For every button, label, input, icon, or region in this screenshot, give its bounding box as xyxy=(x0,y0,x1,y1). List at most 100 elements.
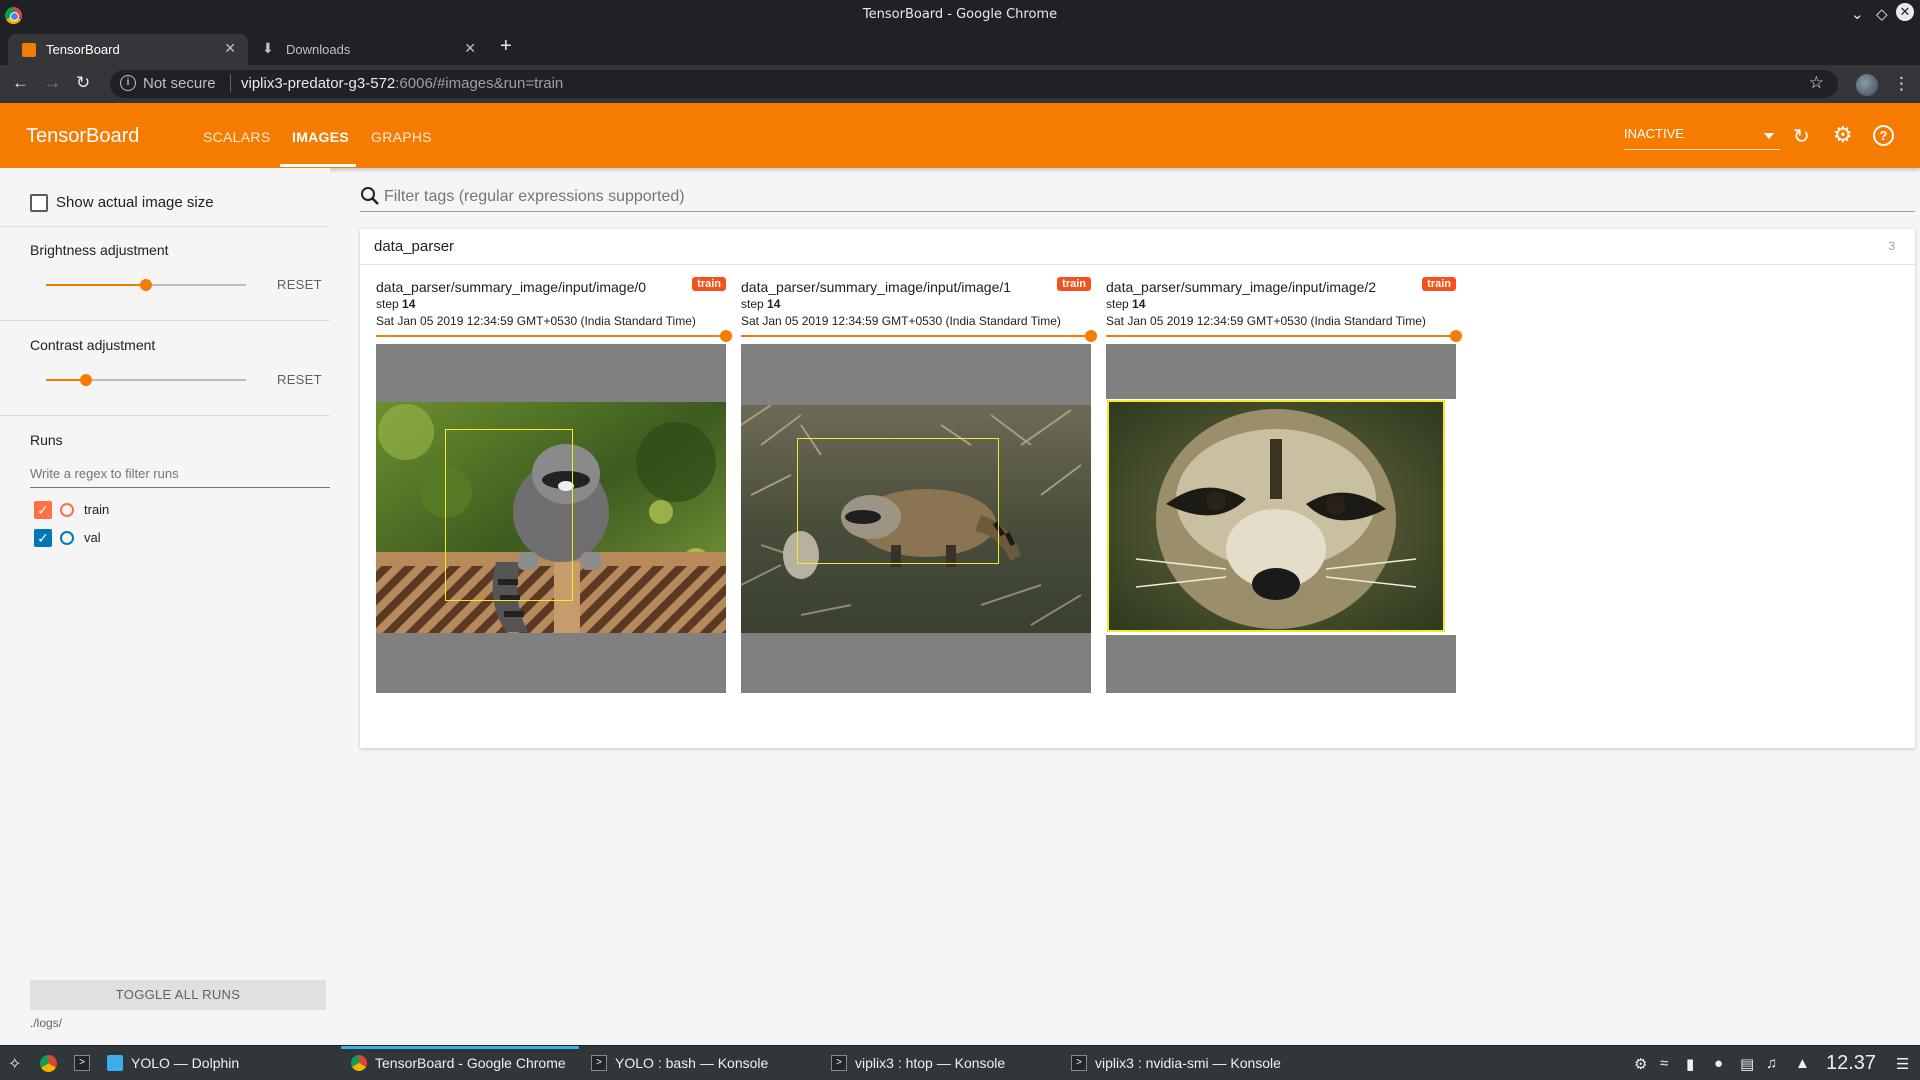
chrome-menu-icon[interactable]: ⋮ xyxy=(1893,74,1910,94)
brightness-reset-button[interactable]: RESET xyxy=(277,277,322,292)
step-slider-track[interactable] xyxy=(1106,335,1456,337)
image-tag: data_parser/summary_image/input/image/0 xyxy=(376,279,647,295)
category-count: 3 xyxy=(1888,239,1895,253)
tensorboard-header: TensorBoard SCALARS IMAGES GRAPHS INACTI… xyxy=(0,103,1920,168)
task-konsole-htop[interactable]: > viplix3 : htop — Konsole xyxy=(821,1046,1059,1080)
toggle-all-runs-button[interactable]: TOGGLE ALL RUNS xyxy=(30,980,326,1010)
close-tab-icon[interactable]: ✕ xyxy=(464,40,476,57)
dropdown-caret-icon xyxy=(1764,133,1774,139)
brightness-slider-knob[interactable] xyxy=(140,279,152,291)
step-slider-knob[interactable] xyxy=(720,330,732,342)
chrome-launcher-icon[interactable] xyxy=(40,1055,57,1072)
browser-tab-downloads[interactable]: ⬇ Downloads ✕ xyxy=(248,34,488,65)
logdir-path: ./logs/ xyxy=(30,1016,63,1030)
task-label: viplix3 : nvidia-smi — Konsole xyxy=(1095,1055,1281,1071)
image-timestamp: Sat Jan 05 2019 12:34:59 GMT+0530 (India… xyxy=(1106,314,1426,328)
task-konsole-bash[interactable]: > YOLO : bash — Konsole xyxy=(581,1046,819,1080)
category-pane: data_parser 3 data_parser/summary_image/… xyxy=(360,229,1915,748)
contrast-label: Contrast adjustment xyxy=(30,337,156,353)
category-title: data_parser xyxy=(374,238,455,255)
contrast-slider-knob[interactable] xyxy=(80,374,92,386)
run-checkbox-train[interactable]: ✓ xyxy=(34,501,52,519)
raccoon-face-closeup-image xyxy=(1106,399,1456,635)
tray-expand-icon[interactable]: ▲ xyxy=(1795,1055,1810,1072)
volume-icon[interactable]: ♫ xyxy=(1766,1055,1777,1072)
reload-icon[interactable]: ↻ xyxy=(76,73,90,93)
category-header[interactable]: data_parser 3 xyxy=(360,229,1915,265)
step-slider-knob[interactable] xyxy=(1450,330,1462,342)
window-title: TensorBoard - Google Chrome xyxy=(862,7,1058,22)
url-path: :6006/#images&run=train xyxy=(395,75,564,92)
step-slider-track[interactable] xyxy=(741,335,1091,337)
task-dolphin[interactable]: YOLO — Dolphin xyxy=(97,1046,335,1080)
tab-scalars[interactable]: SCALARS xyxy=(203,129,270,145)
run-color-dot-val xyxy=(60,531,74,545)
step-value: 14 xyxy=(767,297,781,311)
minimize-icon[interactable]: ⌄ xyxy=(1851,5,1864,23)
image-card: data_parser/summary_image/input/image/2 … xyxy=(1106,277,1462,693)
step-label: step xyxy=(741,297,764,311)
battery-icon[interactable]: ▮ xyxy=(1686,1055,1694,1073)
runs-heading: Runs xyxy=(30,432,63,448)
address-bar[interactable]: i Not secure viplix3-predator-g3-572:600… xyxy=(110,70,1838,98)
step-info: step 14 xyxy=(741,297,780,311)
clock[interactable]: 12.37 xyxy=(1826,1052,1876,1075)
tensorboard-brand: TensorBoard xyxy=(26,125,140,147)
image-frame xyxy=(376,344,726,693)
task-label: TensorBoard - Google Chrome xyxy=(375,1055,566,1071)
step-slider-knob[interactable] xyxy=(1085,330,1097,342)
maximize-icon[interactable]: ◇ xyxy=(1876,5,1888,23)
tensorboard-favicon-icon xyxy=(22,43,36,57)
runs-filter-input[interactable]: Write a regex to filter runs xyxy=(30,462,330,488)
clipboard-icon[interactable]: ▤ xyxy=(1740,1055,1754,1073)
settings-gear-icon[interactable]: ⚙ xyxy=(1833,122,1853,148)
status-dropdown-value: INACTIVE xyxy=(1624,126,1684,141)
show-desktop-icon[interactable]: ☰ xyxy=(1896,1055,1909,1073)
active-tab-indicator xyxy=(280,164,356,167)
close-tab-icon[interactable]: ✕ xyxy=(224,40,236,57)
run-name-train: train xyxy=(84,502,110,517)
back-arrow-icon[interactable]: ← xyxy=(12,73,29,93)
url-text[interactable]: viplix3-predator-g3-572:6006/#images&run… xyxy=(241,75,563,92)
tag-filter-input[interactable]: Filter tags (regular expressions support… xyxy=(360,184,1915,212)
search-icon xyxy=(361,187,379,205)
forward-arrow-icon[interactable]: → xyxy=(44,73,61,93)
run-badge: train xyxy=(1057,277,1091,291)
step-slider-track[interactable] xyxy=(376,335,726,337)
task-chrome[interactable]: TensorBoard - Google Chrome xyxy=(341,1046,579,1080)
image-tag: data_parser/summary_image/input/image/2 xyxy=(1106,279,1377,295)
bookmark-star-icon[interactable]: ☆ xyxy=(1809,73,1824,93)
brightness-slider-fill xyxy=(46,284,146,286)
image-timestamp: Sat Jan 05 2019 12:34:59 GMT+0530 (India… xyxy=(741,314,1061,328)
browser-tab-tensorboard[interactable]: TensorBoard ✕ xyxy=(8,34,248,65)
contrast-reset-button[interactable]: RESET xyxy=(277,372,322,387)
tab-images[interactable]: IMAGES xyxy=(292,129,349,145)
terminal-launcher-icon[interactable]: > xyxy=(74,1055,90,1071)
image-frame xyxy=(1106,344,1456,693)
application-launcher-icon[interactable]: ✧ xyxy=(8,1054,21,1074)
new-tab-plus-icon[interactable]: + xyxy=(500,35,512,58)
image-card: data_parser/summary_image/input/image/0 … xyxy=(376,277,732,693)
lock-icon[interactable]: ● xyxy=(1714,1055,1723,1072)
profile-avatar[interactable] xyxy=(1856,74,1878,96)
refresh-icon[interactable]: ↻ xyxy=(1793,124,1810,149)
show-actual-size-label: Show actual image size xyxy=(56,194,214,211)
updates-tray-icon[interactable]: ⚙ xyxy=(1634,1055,1647,1073)
download-icon: ⬇ xyxy=(262,40,274,56)
run-checkbox-val[interactable]: ✓ xyxy=(34,529,52,547)
close-window-icon[interactable]: ✕ xyxy=(1896,3,1914,21)
tab-graphs[interactable]: GRAPHS xyxy=(371,129,432,145)
browser-tab-label: Downloads xyxy=(286,42,351,57)
task-konsole-nvidia-smi[interactable]: > viplix3 : nvidia-smi — Konsole xyxy=(1061,1046,1299,1080)
taskbar: ✧ > YOLO — Dolphin TensorBoard - Google … xyxy=(0,1045,1920,1080)
url-host: viplix3-predator-g3-572 xyxy=(241,75,396,92)
step-value: 14 xyxy=(1132,297,1146,311)
info-icon[interactable]: i xyxy=(120,75,136,91)
help-icon[interactable]: ? xyxy=(1873,125,1894,146)
task-label: YOLO — Dolphin xyxy=(131,1055,240,1071)
wifi-icon[interactable]: ≈ xyxy=(1660,1055,1668,1072)
run-color-dot-train xyxy=(60,503,74,517)
status-dropdown[interactable]: INACTIVE xyxy=(1624,126,1780,150)
omnibox-divider xyxy=(230,74,231,92)
show-actual-size-checkbox[interactable] xyxy=(30,194,48,212)
